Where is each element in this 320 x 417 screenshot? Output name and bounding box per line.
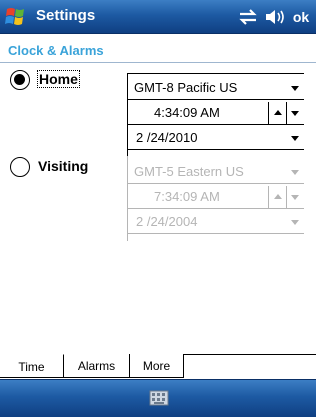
page-title: Clock & Alarms bbox=[8, 43, 104, 58]
visiting-radio-label[interactable]: Visiting bbox=[38, 158, 88, 174]
tab-alarms-label: Alarms bbox=[77, 359, 116, 373]
chevron-down-icon bbox=[291, 170, 299, 175]
home-timezone-select[interactable]: GMT-8 Pacific US bbox=[128, 77, 304, 100]
tab-more[interactable]: More bbox=[130, 354, 184, 378]
app-title: Settings bbox=[36, 7, 96, 24]
connectivity-icon[interactable] bbox=[236, 8, 260, 26]
visiting-date-picker: 2 /24/2004 bbox=[128, 211, 304, 234]
spin-up-icon bbox=[274, 194, 282, 199]
spin-down-icon bbox=[291, 195, 299, 200]
ok-button[interactable]: ok bbox=[288, 6, 314, 28]
volume-icon[interactable] bbox=[264, 8, 286, 26]
home-radio[interactable] bbox=[10, 70, 30, 90]
time-spinner bbox=[268, 186, 304, 208]
tab-time-label: Time bbox=[18, 360, 45, 374]
spin-up-icon[interactable] bbox=[274, 110, 282, 115]
windows-flag-icon[interactable] bbox=[4, 3, 30, 31]
tab-more-label: More bbox=[142, 359, 171, 373]
menu-bar bbox=[0, 379, 316, 417]
home-time-stepper[interactable]: 4:34:09 AM bbox=[128, 102, 304, 125]
keyboard-icon[interactable] bbox=[149, 389, 169, 407]
chevron-down-icon[interactable] bbox=[291, 136, 299, 141]
home-time-value: 4:34:09 AM bbox=[154, 105, 220, 120]
tab-time[interactable]: Time bbox=[0, 354, 64, 378]
spin-down-icon[interactable] bbox=[291, 111, 299, 116]
title-bar: Settings ok bbox=[0, 0, 316, 34]
home-group-top bbox=[127, 73, 304, 74]
visiting-time-value: 7:34:09 AM bbox=[154, 189, 220, 204]
home-radio-label[interactable]: Home bbox=[37, 70, 80, 88]
visiting-timezone-value: GMT-5 Eastern US bbox=[134, 164, 244, 179]
visiting-timezone-select: GMT-5 Eastern US bbox=[128, 161, 304, 184]
home-date-value: 2 /24/2010 bbox=[136, 130, 198, 145]
home-timezone-value: GMT-8 Pacific US bbox=[134, 80, 238, 95]
chevron-down-icon bbox=[291, 220, 299, 225]
chevron-down-icon[interactable] bbox=[291, 86, 299, 91]
visiting-radio[interactable] bbox=[10, 157, 30, 177]
spinner-divider bbox=[286, 186, 287, 208]
time-spinner[interactable] bbox=[268, 102, 304, 124]
spinner-divider bbox=[286, 102, 287, 124]
header-divider bbox=[0, 62, 316, 63]
visiting-date-value: 2 /24/2004 bbox=[136, 214, 198, 229]
home-date-picker[interactable]: 2 /24/2010 bbox=[128, 127, 304, 150]
visiting-time-stepper: 7:34:09 AM bbox=[128, 186, 304, 209]
tab-alarms[interactable]: Alarms bbox=[64, 354, 130, 378]
